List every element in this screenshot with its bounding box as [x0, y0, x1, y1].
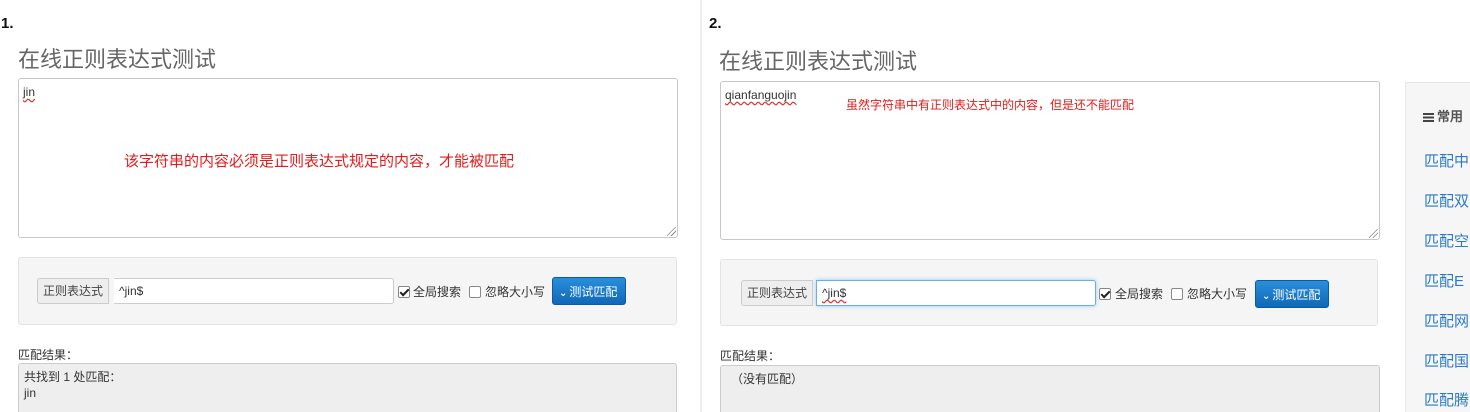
test-match-button[interactable]: ⌄ 测试匹配: [1255, 280, 1330, 308]
list-icon: [1423, 113, 1434, 122]
ignore-case-checkbox[interactable]: [469, 286, 481, 298]
regex-input-value: ^jin$: [119, 284, 144, 298]
result-box: 共找到 1 处匹配： jin: [18, 363, 677, 412]
step-number: 2.: [709, 15, 722, 32]
sidebar-link[interactable]: 匹配中: [1424, 150, 1469, 171]
sidebar-link[interactable]: 匹配网: [1424, 310, 1469, 331]
test-string-text: qianfanguojin: [725, 88, 797, 102]
result-label: 匹配结果：: [18, 348, 79, 362]
annotation-note: 虽然字符串中有正则表达式中的内容，但是还不能匹配: [846, 98, 1135, 112]
sidebar-link[interactable]: 匹配腾: [1424, 389, 1469, 410]
annotation-note: 该字符串的内容必须是正则表达式规定的内容，才能被匹配: [124, 152, 515, 170]
page-title: 在线正则表达式测试: [18, 48, 217, 73]
global-search-label: 全局搜索: [413, 285, 462, 299]
result-line: （没有匹配）: [731, 372, 804, 386]
resize-grip-icon[interactable]: [1369, 229, 1378, 238]
sidebar-link[interactable]: 匹配双: [1424, 190, 1469, 211]
regex-label: 正则表达式: [37, 278, 110, 304]
test-match-label: 测试匹配: [569, 285, 618, 299]
chevron-down-icon: ⌄: [559, 288, 568, 299]
resize-grip-icon[interactable]: [667, 227, 676, 236]
ignore-case-label: 忽略大小写: [1187, 287, 1248, 301]
sidebar-link[interactable]: 匹配空: [1424, 230, 1469, 251]
global-search-label: 全局搜索: [1115, 287, 1164, 301]
page-title: 在线正则表达式测试: [719, 50, 918, 75]
sidebar-link[interactable]: 匹配国: [1424, 350, 1469, 371]
sidebar-header: 常用: [1423, 106, 1463, 125]
panel-example-2: 2. 在线正则表达式测试 qianfanguojin 虽然字符串中有正则表达式中…: [702, 0, 1470, 412]
global-search-checkbox[interactable]: [1099, 288, 1111, 300]
common-regex-sidebar: 常用 匹配中 匹配双 匹配空 匹配E 匹配网 匹配国 匹配腾: [1405, 82, 1470, 412]
regex-input-value: ^jin$: [822, 286, 847, 300]
result-line: jin: [24, 386, 37, 400]
regex-control-bar: 正则表达式 ^jin$ 全局搜索 忽略大小写 ⌄ 测试匹配: [720, 259, 1378, 326]
regex-input[interactable]: ^jin$: [816, 280, 1096, 306]
sidebar-link[interactable]: 匹配E: [1424, 270, 1464, 291]
chevron-down-icon: ⌄: [1262, 291, 1271, 302]
panel-example-1: 1. 在线正则表达式测试 jin 该字符串的内容必须是正则表达式规定的内容，才能…: [0, 0, 700, 412]
test-match-button[interactable]: ⌄ 测试匹配: [552, 277, 627, 305]
regex-label: 正则表达式: [741, 280, 814, 306]
regex-control-bar: 正则表达式 ^jin$ 全局搜索 忽略大小写 ⌄ 测试匹配: [18, 257, 677, 325]
global-search-checkbox[interactable]: [398, 286, 410, 298]
test-string-text: jin: [23, 85, 36, 99]
sidebar-header-label: 常用: [1437, 109, 1464, 124]
result-line: 共找到 1 处匹配：: [24, 370, 122, 384]
result-label: 匹配结果：: [720, 349, 781, 363]
step-number: 1.: [1, 15, 14, 32]
ignore-case-label: 忽略大小写: [485, 285, 546, 299]
test-match-label: 测试匹配: [1272, 288, 1321, 302]
result-box: （没有匹配）: [720, 365, 1380, 412]
ignore-case-checkbox[interactable]: [1171, 288, 1183, 300]
regex-input[interactable]: ^jin$: [114, 278, 394, 304]
